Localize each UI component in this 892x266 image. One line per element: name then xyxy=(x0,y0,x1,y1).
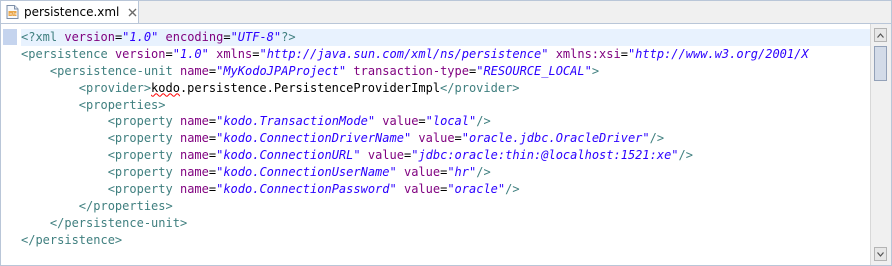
code-line-3: <persistence-unit name="MyKodoJPAProject… xyxy=(49,63,600,78)
xml-editor-window: </> persistence.xml <?xml version="1.0" … xyxy=(0,0,892,266)
scroll-up-button[interactable] xyxy=(874,28,887,42)
chevron-down-icon xyxy=(877,251,884,257)
code-line-12: </persistence-unit> xyxy=(49,215,188,230)
close-icon[interactable] xyxy=(127,7,137,17)
xml-file-icon: </> xyxy=(6,5,19,19)
code-line-9: <property name="kodo.ConnectionUserName"… xyxy=(107,165,491,180)
tab-persistence-xml[interactable]: </> persistence.xml xyxy=(1,1,139,23)
scroll-thumb[interactable] xyxy=(874,46,887,81)
scroll-down-button[interactable] xyxy=(874,247,887,261)
code-content[interactable]: <?xml version="1.0" encoding="UTF-8"?> <p… xyxy=(21,24,871,249)
vertical-scrollbar[interactable] xyxy=(870,24,891,265)
spelling-underline: kodo xyxy=(151,80,180,95)
chevron-up-icon xyxy=(877,32,884,38)
editor-tab-bar: </> persistence.xml xyxy=(1,1,891,24)
code-line-7: <property name="kodo.ConnectionDriverNam… xyxy=(107,131,665,146)
code-line-4: <provider>kodo.persistence.PersistencePr… xyxy=(78,80,520,95)
code-line-13: </persistence> xyxy=(21,232,123,247)
svg-text:</>: </> xyxy=(9,11,18,16)
editor-gutter xyxy=(1,24,19,265)
code-line-2: <persistence version="1.0" xmlns="http:/… xyxy=(21,46,809,61)
code-editor[interactable]: <?xml version="1.0" encoding="UTF-8"?> <p… xyxy=(21,24,871,265)
code-line-10: <property name="kodo.ConnectionPassword"… xyxy=(107,182,520,197)
current-line-marker xyxy=(3,29,17,45)
code-line-1: <?xml version="1.0" encoding="UTF-8"?> xyxy=(21,29,871,46)
code-line-6: <property name="kodo.TransactionMode" va… xyxy=(107,114,491,129)
code-line-8: <property name="kodo.ConnectionURL" valu… xyxy=(107,148,693,163)
tab-label: persistence.xml xyxy=(24,5,120,19)
code-line-5: <properties> xyxy=(78,97,166,112)
code-line-11: </properties> xyxy=(78,198,173,213)
